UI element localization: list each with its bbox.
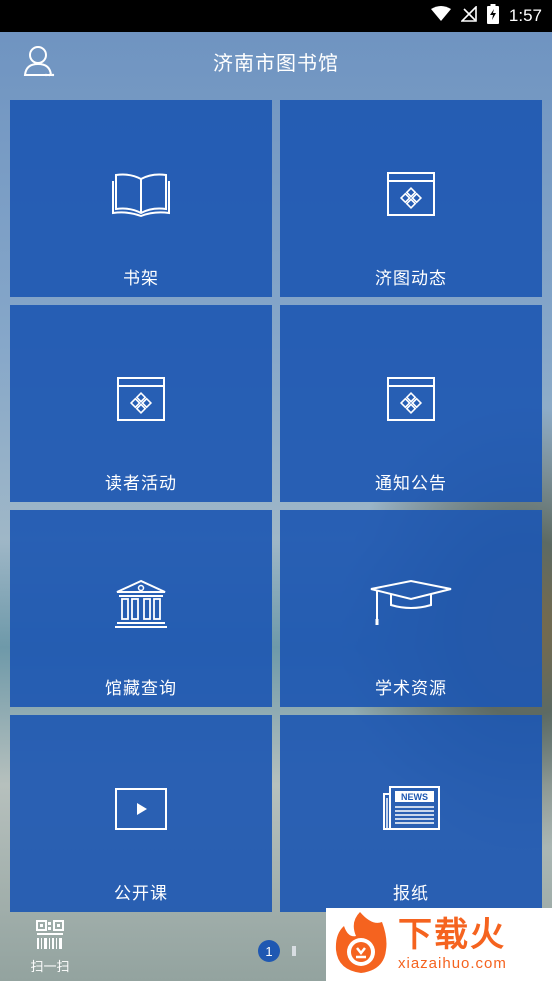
- app-header: 济南市图书馆: [0, 32, 552, 90]
- tile-label: 读者活动: [105, 474, 177, 494]
- page-title: 济南市图书馆: [213, 50, 339, 75]
- tile-reader-activities[interactable]: 读者活动: [10, 305, 272, 502]
- page-dot-active[interactable]: 1: [258, 940, 280, 962]
- news-window-icon: [280, 166, 542, 222]
- scan-label: 扫一扫: [30, 960, 70, 975]
- news-window-icon: [10, 371, 272, 427]
- watermark-text: 下载火 xiazaihuo.com: [398, 918, 507, 971]
- flame-logo-icon: [330, 910, 392, 980]
- tile-open-courses[interactable]: 公开课: [10, 715, 272, 912]
- menu-grid: 书架 济图动态 读者活动 通知公告 馆藏查询 学术资源 公开课 NEWS 报纸: [10, 100, 542, 912]
- book-icon: [10, 166, 272, 222]
- tile-label: 济图动态: [375, 269, 447, 289]
- tile-label: 报纸: [393, 884, 429, 904]
- tile-catalog-search[interactable]: 馆藏查询: [10, 510, 272, 707]
- page-indicator: 1: [258, 940, 296, 962]
- status-time: 1:57: [508, 6, 542, 25]
- tile-academic-resources[interactable]: 学术资源: [280, 510, 542, 707]
- tile-label: 馆藏查询: [105, 679, 177, 699]
- signal-off-icon: [459, 5, 477, 26]
- user-button[interactable]: [22, 44, 56, 78]
- library-building-icon: [10, 576, 272, 632]
- tile-label: 通知公告: [375, 474, 447, 494]
- tile-newspapers[interactable]: NEWS 报纸: [280, 715, 542, 912]
- user-icon: [22, 46, 56, 82]
- watermark-logo: 下载火 xiazaihuo.com: [326, 908, 552, 981]
- status-bar: 1:57: [0, 0, 552, 32]
- tile-label: 书架: [123, 269, 159, 289]
- news-window-icon: [280, 371, 542, 427]
- newspaper-icon-text: NEWS: [401, 792, 428, 802]
- page-dot-inactive[interactable]: [292, 946, 296, 956]
- battery-charging-icon: [486, 4, 499, 28]
- tile-label: 学术资源: [375, 679, 447, 699]
- scan-button[interactable]: 扫一扫: [20, 920, 80, 980]
- watermark-url: xiazaihuo.com: [398, 955, 507, 972]
- graduation-cap-icon: [280, 576, 542, 632]
- watermark-title: 下载火: [398, 915, 506, 955]
- wifi-icon: [430, 6, 451, 26]
- newspaper-icon: NEWS: [280, 781, 542, 837]
- tile-label: 公开课: [114, 884, 168, 904]
- qr-code-icon: [36, 920, 64, 954]
- tile-library-news[interactable]: 济图动态: [280, 100, 542, 297]
- tile-notices[interactable]: 通知公告: [280, 305, 542, 502]
- video-play-icon: [10, 781, 272, 837]
- tile-bookshelf[interactable]: 书架: [10, 100, 272, 297]
